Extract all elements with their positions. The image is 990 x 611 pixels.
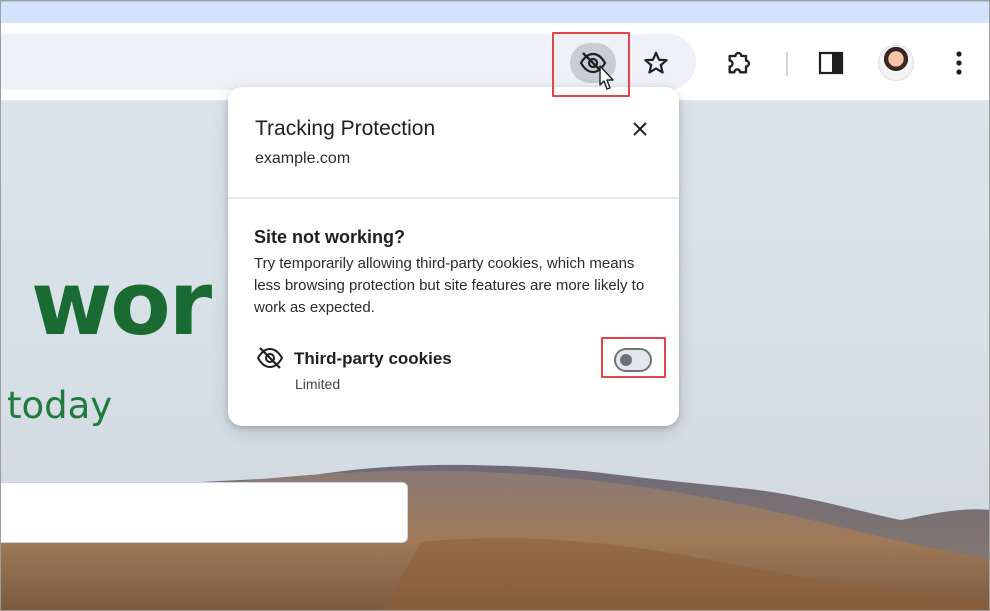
more-vert-icon <box>956 51 962 75</box>
hero-subheading: today <box>7 384 113 427</box>
bookmark-star-button[interactable] <box>635 43 677 83</box>
avatar[interactable] <box>878 45 914 81</box>
puzzle-icon <box>728 51 751 74</box>
tab-strip <box>1 1 989 23</box>
third-party-cookies-label: Third-party cookies <box>294 349 452 368</box>
mouse-cursor-icon <box>599 65 614 90</box>
toolbar-separator <box>786 52 788 76</box>
side-panel-button[interactable] <box>810 43 852 83</box>
section-title: Site not working? <box>254 227 405 247</box>
tracking-button-highlight <box>552 32 630 97</box>
browser-window: wor today Tracking Protection example.co… <box>0 0 990 611</box>
hero-heading: wor <box>31 252 212 355</box>
toggle-highlight <box>601 337 666 378</box>
popup-title: Tracking Protection <box>255 117 436 140</box>
popup-divider <box>228 197 679 199</box>
eye-off-icon <box>256 347 284 369</box>
close-icon <box>633 122 647 136</box>
close-button[interactable] <box>626 115 654 143</box>
page-search-input[interactable] <box>1 482 408 543</box>
side-panel-icon <box>818 51 844 75</box>
extensions-button[interactable] <box>718 43 760 83</box>
third-party-cookies-status: Limited <box>295 376 341 392</box>
popup-domain: example.com <box>255 150 351 167</box>
section-description: Try temporarily allowing third-party coo… <box>254 255 645 316</box>
more-menu-button[interactable] <box>941 43 977 83</box>
star-icon <box>644 51 668 74</box>
